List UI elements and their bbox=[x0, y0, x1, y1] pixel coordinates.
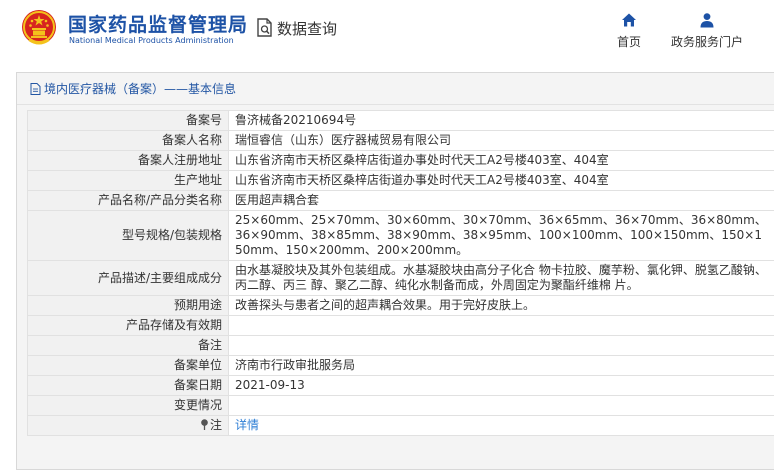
pin-icon bbox=[201, 419, 208, 430]
breadcrumb-text: 境内医疗器械（备案）——基本信息 bbox=[44, 82, 237, 96]
field-label-product-name: 产品名称/产品分类名称 bbox=[27, 190, 229, 211]
note-label: 注 bbox=[209, 418, 222, 432]
field-value-model-spec: 25×60mm、25×70mm、30×60mm、30×70mm、36×65mm、… bbox=[228, 210, 774, 261]
table-row: 备案人注册地址 山东省济南市天桥区桑梓店街道办事处时代天工A2号楼403室、40… bbox=[27, 150, 774, 171]
field-label-filing-date: 备案日期 bbox=[27, 375, 229, 396]
field-value-product-description: 由水基凝胶块及其外包装组成。水基凝胶块由高分子化合 物卡拉胶、魔芋粉、氯化钾、脱… bbox=[228, 260, 774, 296]
field-value-filing-date: 2021-09-13 bbox=[228, 375, 774, 396]
breadcrumb: 境内医疗器械（备案）——基本信息 bbox=[17, 73, 774, 105]
record-table: 备案号 鲁济械备20210694号 备案人名称 瑞恒睿信（山东）医疗器械贸易有限… bbox=[27, 110, 774, 436]
field-label-change-history: 变更情况 bbox=[27, 395, 229, 416]
home-icon bbox=[622, 13, 636, 27]
field-label-registrant-address: 备案人注册地址 bbox=[27, 150, 229, 171]
field-label-product-description: 产品描述/主要组成成分 bbox=[27, 260, 229, 296]
field-label-intended-use: 预期用途 bbox=[27, 295, 229, 316]
field-label-storage-validity: 产品存储及有效期 bbox=[27, 315, 229, 336]
table-row: 注 详情 bbox=[27, 415, 774, 436]
nav-service-portal-label: 政务服务门户 bbox=[671, 35, 744, 49]
table-row: 产品名称/产品分类名称 医用超声耦合套 bbox=[27, 190, 774, 211]
field-value-product-name: 医用超声耦合套 bbox=[228, 190, 774, 211]
field-value-registrant-address: 山东省济南市天桥区桑梓店街道办事处时代天工A2号楼403室、404室 bbox=[228, 150, 774, 171]
table-row: 变更情况 bbox=[27, 395, 774, 416]
table-row: 产品存储及有效期 bbox=[27, 315, 774, 336]
field-value-note: 详情 bbox=[228, 415, 774, 436]
field-label-remarks: 备注 bbox=[27, 335, 229, 356]
table-row: 型号规格/包装规格 25×60mm、25×70mm、30×60mm、30×70m… bbox=[27, 210, 774, 261]
detail-link[interactable]: 详情 bbox=[235, 418, 259, 432]
field-value-record-number: 鲁济械备20210694号 bbox=[228, 110, 774, 131]
table-row: 预期用途 改善探头与患者之间的超声耦合效果。用于完好皮肤上。 bbox=[27, 295, 774, 316]
document-icon bbox=[30, 82, 41, 95]
table-row: 备案人名称 瑞恒睿信（山东）医疗器械贸易有限公司 bbox=[27, 130, 774, 151]
table-row: 备案号 鲁济械备20210694号 bbox=[27, 110, 774, 131]
site-header: 国家药品监督管理局 National Medical Products Admi… bbox=[0, 0, 774, 60]
nav-home-label: 首页 bbox=[617, 35, 642, 49]
field-label-record-number: 备案号 bbox=[27, 110, 229, 131]
field-value-filing-unit: 济南市行政审批服务局 bbox=[228, 355, 774, 376]
national-emblem-icon bbox=[22, 10, 56, 45]
field-value-change-history bbox=[228, 395, 774, 416]
table-row: 生产地址 山东省济南市天桥区桑梓店街道办事处时代天工A2号楼403室、404室 bbox=[27, 170, 774, 191]
field-value-remarks bbox=[228, 335, 774, 356]
field-value-registrant-name: 瑞恒睿信（山东）医疗器械贸易有限公司 bbox=[228, 130, 774, 151]
data-query-label: 数据查询 bbox=[277, 19, 338, 38]
agency-name[interactable]: 国家药品监督管理局 bbox=[68, 10, 248, 37]
field-label-registrant-name: 备案人名称 bbox=[27, 130, 229, 151]
field-value-intended-use: 改善探头与患者之间的超声耦合效果。用于完好皮肤上。 bbox=[228, 295, 774, 316]
nav-home[interactable]: 首页 bbox=[617, 12, 641, 50]
data-query-link[interactable]: 数据查询 bbox=[256, 17, 337, 39]
field-label-note: 注 bbox=[27, 415, 229, 436]
field-label-production-address: 生产地址 bbox=[27, 170, 229, 191]
nav-service-portal[interactable]: 政务服务门户 bbox=[671, 12, 743, 50]
table-row: 备案日期 2021-09-13 bbox=[27, 375, 774, 396]
field-value-production-address: 山东省济南市天桥区桑梓店街道办事处时代天工A2号楼403室、404室 bbox=[228, 170, 774, 191]
detail-panel: 境内医疗器械（备案）——基本信息 备案号 鲁济械备20210694号 备案人名称… bbox=[16, 72, 774, 470]
agency-name-english: National Medical Products Administration bbox=[69, 36, 234, 45]
field-label-model-spec: 型号规格/包装规格 bbox=[27, 210, 229, 261]
field-value-storage-validity bbox=[228, 315, 774, 336]
user-icon bbox=[700, 13, 714, 28]
field-label-filing-unit: 备案单位 bbox=[27, 355, 229, 376]
table-row: 备案单位 济南市行政审批服务局 bbox=[27, 355, 774, 376]
table-row: 备注 bbox=[27, 335, 774, 356]
document-search-icon bbox=[257, 18, 272, 37]
table-row: 产品描述/主要组成成分 由水基凝胶块及其外包装组成。水基凝胶块由高分子化合 物卡… bbox=[27, 260, 774, 296]
